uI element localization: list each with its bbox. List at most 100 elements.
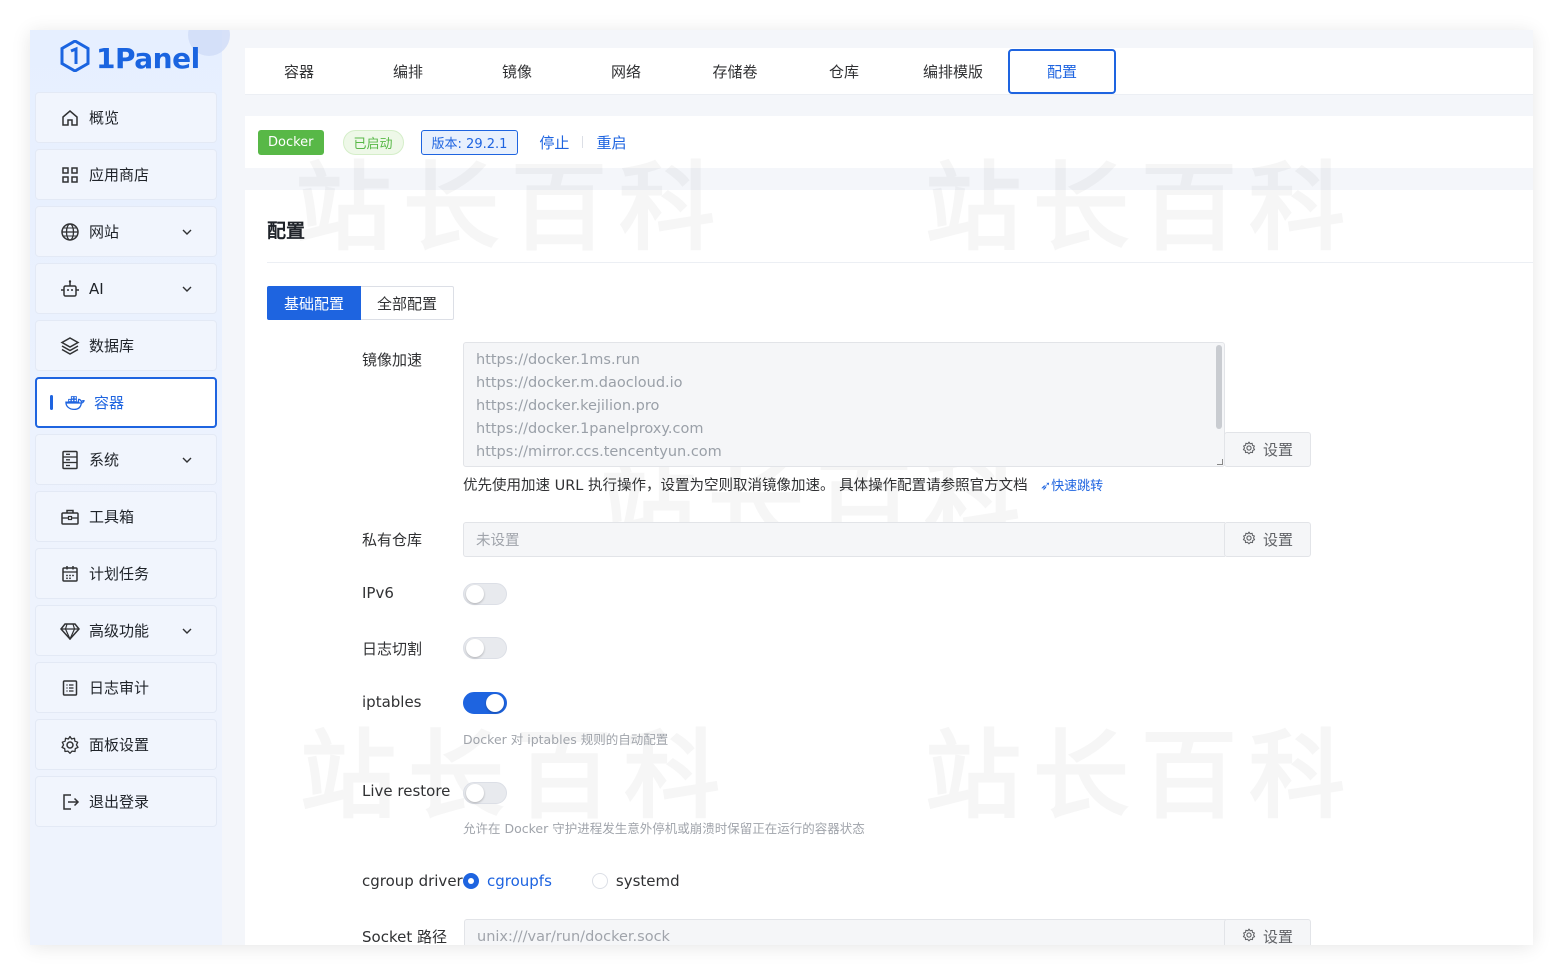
log-icon: [60, 678, 80, 698]
log-rotate-toggle[interactable]: [463, 637, 507, 659]
watermark: 站长百科: [925, 698, 1357, 837]
home-icon: [60, 108, 80, 128]
sidebar-menu: 概览 应用商店 网站 AI 数据库 容器 系统 工具箱 计划任务 高级功能 日志…: [35, 92, 217, 833]
iptables-toggle[interactable]: [463, 692, 507, 714]
sidebar-item-label: 数据库: [89, 337, 135, 355]
gear-icon: [60, 735, 80, 755]
cgroup-radio-group: cgroupfs systemd: [463, 872, 680, 890]
sidebar-item-system[interactable]: 系统: [35, 434, 217, 485]
calendar-icon: [60, 564, 80, 584]
tab-volumes[interactable]: 存储卷: [681, 49, 789, 94]
globe-icon: [60, 222, 80, 242]
radio-cgroupfs[interactable]: [463, 873, 479, 889]
status-badge: 已启动: [342, 129, 404, 155]
toolbox-icon: [60, 507, 80, 527]
logo-hex-icon: [60, 39, 90, 76]
logo[interactable]: 1Panel: [60, 38, 200, 78]
live-restore-toggle[interactable]: [463, 782, 507, 804]
sidebar-item-label: 应用商店: [89, 166, 150, 184]
sidebar-item-advanced[interactable]: 高级功能: [35, 605, 217, 656]
settings-panel: 站长百科 站长百科 站长百科 站长百科 站长百科 配置 基础配置 全部配置 镜像…: [245, 190, 1533, 945]
chevron-down-icon: [180, 623, 194, 637]
mirror-line: https://mirror.ccs.tencentyun.com: [476, 444, 722, 460]
sidebar-item-cron[interactable]: 计划任务: [35, 548, 217, 599]
sidebar-item-label: 计划任务: [89, 565, 150, 583]
radio-systemd[interactable]: [591, 873, 608, 889]
toggle-knob: [466, 784, 484, 802]
iptables-help: Docker 对 iptables 规则的自动配置: [463, 732, 669, 747]
gear-icon: [1242, 928, 1256, 946]
scrollbar[interactable]: [1216, 345, 1222, 429]
tab-basic-config[interactable]: 基础配置: [267, 286, 362, 320]
sidebar-item-overview[interactable]: 概览: [35, 92, 217, 143]
config-mode-switch: 基础配置 全部配置: [267, 286, 455, 320]
sidebar-item-logout[interactable]: 退出登录: [35, 776, 217, 827]
mirror-line: https://docker.kejilion.pro: [476, 398, 660, 414]
tab-images[interactable]: 镜像: [463, 49, 571, 94]
tab-repositories[interactable]: 仓库: [790, 49, 898, 94]
sidebar-item-label: 容器: [94, 394, 125, 412]
mirror-line: https://docker.1ms.run: [476, 352, 640, 368]
radio-label[interactable]: systemd: [616, 872, 680, 890]
watermark: 站长百科: [300, 698, 732, 837]
mirror-textarea[interactable]: https://docker.1ms.run https://docker.m.…: [463, 342, 1225, 467]
quick-jump-link[interactable]: ➶快速跳转: [1040, 479, 1103, 494]
socket-set-button[interactable]: 设置: [1224, 919, 1311, 945]
sidebar-item-container[interactable]: 容器: [35, 377, 217, 428]
divider: [582, 136, 584, 148]
tab-containers[interactable]: 容器: [245, 49, 353, 94]
socket-label: Socket 路径: [362, 928, 447, 945]
quick-jump-label: 快速跳转: [1051, 479, 1104, 494]
mirror-line: https://docker.m.daocloud.io: [476, 375, 683, 391]
sidebar-item-log-audit[interactable]: 日志审计: [35, 662, 217, 713]
registry-set-button[interactable]: 设置: [1224, 522, 1311, 557]
restart-button[interactable]: 重启: [596, 132, 626, 153]
robot-icon: [60, 279, 80, 299]
tab-networks[interactable]: 网络: [572, 49, 680, 94]
tab-settings[interactable]: 配置: [1008, 49, 1116, 94]
log-rotate-label: 日志切割: [362, 640, 423, 658]
resize-handle[interactable]: [1217, 459, 1223, 465]
mirror-label: 镜像加速: [362, 351, 423, 369]
layers-icon: [60, 336, 80, 356]
radio-label[interactable]: cgroupfs: [487, 872, 552, 890]
tab-all-config[interactable]: 全部配置: [361, 286, 455, 320]
set-button-label: 设置: [1262, 531, 1293, 549]
version-tag: 版本: 29.2.1: [420, 129, 519, 155]
registry-input[interactable]: 未设置: [463, 522, 1225, 557]
docker-status-bar: Docker 已启动 版本: 29.2.1 停止 重启: [245, 116, 1533, 168]
live-restore-help: 允许在 Docker 守护进程发生意外停机或崩溃时保留正在运行的容器状态: [463, 821, 865, 836]
mirror-help-text: 优先使用加速 URL 执行操作，设置为空则取消镜像加速。 具体操作配置请参照官方…: [463, 474, 1103, 495]
send-icon: ➶: [1040, 479, 1052, 494]
registry-label: 私有仓库: [362, 531, 423, 549]
sidebar-item-toolbox[interactable]: 工具箱: [35, 491, 217, 542]
sidebar-item-database[interactable]: 数据库: [35, 320, 217, 371]
container-tabs: 容器 编排 镜像 网络 存储卷 仓库 编排模版 配置: [245, 48, 1533, 95]
toggle-knob: [486, 694, 504, 712]
sidebar: 1Panel 概览 应用商店 网站 AI 数据库 容器 系统 工具箱 计划任务 …: [30, 30, 230, 945]
sidebar-item-label: 工具箱: [89, 508, 135, 526]
sidebar-item-panel-settings[interactable]: 面板设置: [35, 719, 217, 770]
sidebar-item-website[interactable]: 网站: [35, 206, 217, 257]
sidebar-item-appstore[interactable]: 应用商店: [35, 149, 217, 200]
sidebar-item-label: 面板设置: [89, 736, 150, 754]
grid-icon: [60, 165, 80, 185]
ipv6-toggle[interactable]: [463, 583, 507, 605]
sidebar-item-label: 网站: [89, 223, 120, 241]
mirror-line: https://docker.1panelproxy.com: [476, 421, 704, 437]
sidebar-item-ai[interactable]: AI: [35, 263, 217, 314]
socket-input[interactable]: unix:///var/run/docker.sock: [464, 919, 1226, 945]
mirror-set-button[interactable]: 设置: [1224, 432, 1311, 467]
service-tag: Docker: [258, 129, 324, 155]
tab-compose[interactable]: 编排: [354, 49, 462, 94]
chevron-down-icon: [180, 452, 194, 466]
stop-button[interactable]: 停止: [539, 132, 569, 153]
docker-icon: [65, 393, 85, 413]
chevron-down-icon: [180, 224, 194, 238]
live-restore-label: Live restore: [362, 782, 451, 800]
tab-compose-templates[interactable]: 编排模版: [899, 49, 1007, 94]
logo-text: 1Panel: [96, 41, 200, 75]
app-window: 1Panel 概览 应用商店 网站 AI 数据库 容器 系统 工具箱 计划任务 …: [30, 30, 1533, 945]
logout-icon: [60, 792, 80, 812]
ipv6-label: IPv6: [362, 584, 394, 602]
